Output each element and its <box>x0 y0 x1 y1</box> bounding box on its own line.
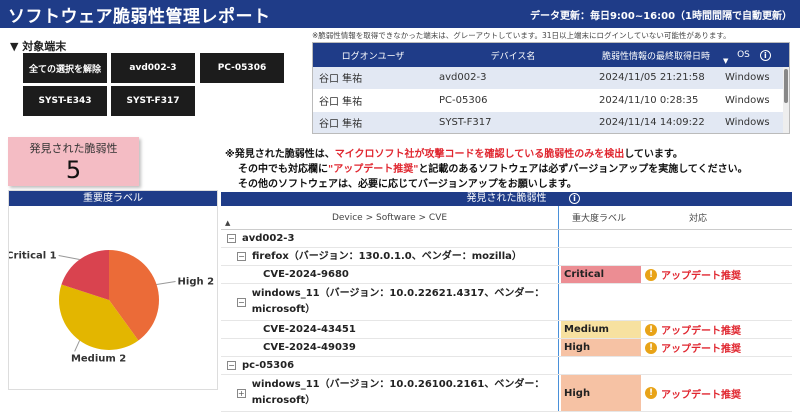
col-device-name[interactable]: デバイス名 <box>433 43 593 67</box>
table-row[interactable]: 谷口 隼祐 SYST-F317 2024/11/14 14:09:22 Wind… <box>313 112 789 133</box>
col-logon-user[interactable]: ログオンユーザ <box>313 43 433 67</box>
grid-row[interactable]: − pc-05306 <box>221 357 792 375</box>
collapse-icon[interactable]: − <box>237 297 246 307</box>
severity-chart-panel: 重要度ラベル High 2 Medium 2 Critical 1 <box>6 190 218 390</box>
expand-icon[interactable]: + <box>237 388 246 398</box>
vuln-count-value: 5 <box>65 156 82 184</box>
grid-body: − avd002-3− firefox（バージョン：130.0.1.0、ベンダー：m… <box>221 230 792 412</box>
device-chip-pc-05306[interactable]: PC-05306 <box>200 53 284 83</box>
table-scrollbar[interactable] <box>783 67 789 133</box>
warning-icon: ! <box>645 323 657 336</box>
action-cell: ! アップデート推奨 <box>641 375 759 411</box>
scrollbar-thumb[interactable] <box>784 69 788 103</box>
col-os[interactable]: ▼ OS i <box>719 43 789 67</box>
col-severity[interactable]: 重大度ラベル <box>559 206 639 229</box>
severity-pie-chart: High 2 Medium 2 Critical 1 <box>6 250 215 364</box>
severity-cell: Critical <box>561 266 641 283</box>
row-label: CVE-2024-43451 <box>263 323 356 335</box>
vuln-notice: ※発見された脆弱性は、マイクロソフト社が攻撃コードを確認している脆弱性のみを検出… <box>225 149 748 190</box>
grid-row[interactable]: − firefox（バージョン：130.0.1.0、ベンダー：mozilla） <box>221 248 792 266</box>
vuln-count-label: 発見された脆弱性 <box>29 142 118 155</box>
info-icon[interactable]: i <box>759 49 771 61</box>
device-chip-avd002-3[interactable]: avd002-3 <box>111 53 195 83</box>
table-row[interactable]: 谷口 隼祐 avd002-3 2024/11/05 21:21:58 Windo… <box>313 67 789 90</box>
row-label: CVE-2024-49039 <box>263 341 356 353</box>
row-label: firefox（バージョン：130.0.1.0、ベンダー：mozilla） <box>252 250 522 262</box>
grid-row[interactable]: CVE-2024-43451 Medium! アップデート推奨 <box>221 321 792 339</box>
severity-cell <box>561 230 641 247</box>
row-label: pc-05306 <box>242 359 295 371</box>
user-table-header: ログオンユーザ デバイス名 脆弱性情報の最終取得日時 ▼ OS i <box>313 43 789 67</box>
col-action[interactable]: 対応 <box>639 206 757 229</box>
row-label: windows_11（バージョン：10.0.26100.2161、ベンダー：mi… <box>251 379 545 406</box>
device-chip-syst-e343[interactable]: SYST-E343 <box>23 86 107 116</box>
action-cell: ! アップデート推奨 <box>641 266 759 283</box>
action-cell <box>641 284 759 320</box>
sort-up-icon: ▲ <box>225 219 231 227</box>
info-icon[interactable]: i <box>569 193 580 204</box>
pie-leader-line <box>156 281 176 286</box>
grid-row[interactable]: CVE-2024-49039 High! アップデート推奨 <box>221 339 792 357</box>
action-cell: ! アップデート推奨 <box>641 339 759 356</box>
grid-row[interactable]: − windows_11（バージョン：10.0.22621.4317、ベンダー：m… <box>221 284 792 321</box>
action-cell <box>641 230 759 247</box>
grid-row[interactable]: + windows_11（バージョン：10.0.26100.2161、ベンダー：m… <box>221 375 792 412</box>
grid-header: ▲ Device > Software > CVE 重大度ラベル 対応 <box>221 206 792 230</box>
action-cell <box>641 357 759 374</box>
clear-selection-button[interactable]: 全ての選択を解除 <box>23 53 107 83</box>
warning-icon: ! <box>645 387 657 399</box>
severity-cell: Medium <box>561 321 641 338</box>
page-title: ソフトウェア脆弱性管理レポート <box>8 6 271 27</box>
pie-leader-line <box>58 255 80 261</box>
row-label: CVE-2024-9680 <box>263 268 349 280</box>
action-cell: ! アップデート推奨 <box>641 321 759 338</box>
grid-row[interactable]: − avd002-3 <box>221 230 792 248</box>
report-header: ソフトウェア脆弱性管理レポート データ更新：毎日9:00~16:00（1時間間隔… <box>0 0 800 28</box>
pie-label-critical: Critical 1 <box>9 251 57 262</box>
table-row[interactable]: 谷口 隼祐 PC-05306 2024/11/10 0:28:35 Window… <box>313 89 789 112</box>
pie-leader-line <box>74 340 81 352</box>
pie-label-medium: Medium 2 <box>71 353 126 364</box>
col-device-software-cve[interactable]: ▲ Device > Software > CVE <box>221 206 559 229</box>
warning-icon: ! <box>645 341 657 354</box>
action-cell <box>641 248 759 265</box>
collapse-icon[interactable]: − <box>227 361 236 370</box>
grid-row[interactable]: CVE-2024-9680 Critical! アップデート推奨 <box>221 266 792 284</box>
pie-label-high: High 2 <box>178 277 215 288</box>
vuln-tree-grid: 発見された脆弱性 i ▲ Device > Software > CVE 重大度… <box>221 192 792 413</box>
row-label: windows_11（バージョン：10.0.22621.4317、ベンダー：mi… <box>251 288 545 315</box>
severity-cell: High <box>561 339 641 356</box>
collapse-icon[interactable]: − <box>227 234 236 243</box>
warning-icon: ! <box>645 268 657 281</box>
severity-cell <box>561 248 641 265</box>
logon-user-table: ログオンユーザ デバイス名 脆弱性情報の最終取得日時 ▼ OS i 谷口 隼祐 … <box>312 42 790 134</box>
collapse-icon[interactable]: − <box>237 252 246 261</box>
vuln-count-card: 発見された脆弱性 5 <box>8 137 139 186</box>
grayout-note: ※脆弱性情報を取得できなかった端末は、グレーアウトしています。31日以上端末にロ… <box>312 31 731 40</box>
col-last-fetch[interactable]: 脆弱性情報の最終取得日時 <box>593 43 719 67</box>
severity-cell: High <box>561 375 641 411</box>
update-schedule: データ更新：毎日9:00~16:00（1時間間隔で自動更新） <box>529 10 792 22</box>
row-label: avd002-3 <box>242 232 295 244</box>
chart-title: 重要度ラベル <box>9 191 217 206</box>
device-chip-syst-f317[interactable]: SYST-F317 <box>111 86 195 116</box>
severity-cell <box>561 357 641 374</box>
sort-down-icon: ▼ <box>723 57 729 65</box>
grid-title: 発見された脆弱性 i <box>221 192 792 206</box>
device-filter-title: ▼ 対象端末 <box>10 40 67 53</box>
severity-cell <box>561 284 641 320</box>
